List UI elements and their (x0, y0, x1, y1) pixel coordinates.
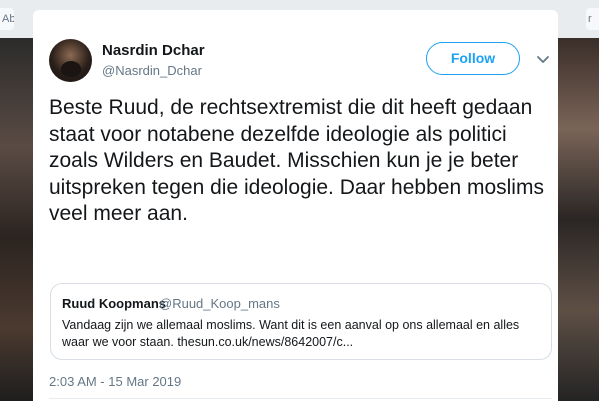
follow-button[interactable]: Follow (426, 42, 520, 75)
quoted-author-handle: @Ruud_Koop_mans (159, 296, 280, 311)
author-handle[interactable]: @Nasrdin_Dchar (102, 63, 202, 78)
author-display-name[interactable]: Nasrdin Dchar (102, 42, 205, 59)
chevron-down-icon[interactable] (533, 50, 553, 70)
background-tab-left[interactable]: Ab (0, 8, 14, 30)
avatar-photo (61, 61, 81, 77)
quoted-tweet[interactable]: Ruud Koopmans @Ruud_Koop_mans Vandaag zi… (50, 283, 552, 360)
tweet-timestamp[interactable]: 2:03 AM - 15 Mar 2019 (49, 374, 181, 389)
divider (49, 398, 552, 399)
tweet-text: Beste Ruud, de rechtsextremist die dit h… (49, 96, 544, 225)
background-tab-right[interactable]: r (586, 8, 599, 30)
quoted-tweet-text: Vandaag zijn we allemaal moslims. Want d… (62, 318, 520, 349)
author-avatar[interactable] (49, 39, 92, 82)
background-photo-right (558, 38, 599, 401)
quoted-author-name: Ruud Koopmans (62, 296, 166, 311)
tweet-card: Nasrdin Dchar @Nasrdin_Dchar Follow Best… (33, 10, 558, 401)
